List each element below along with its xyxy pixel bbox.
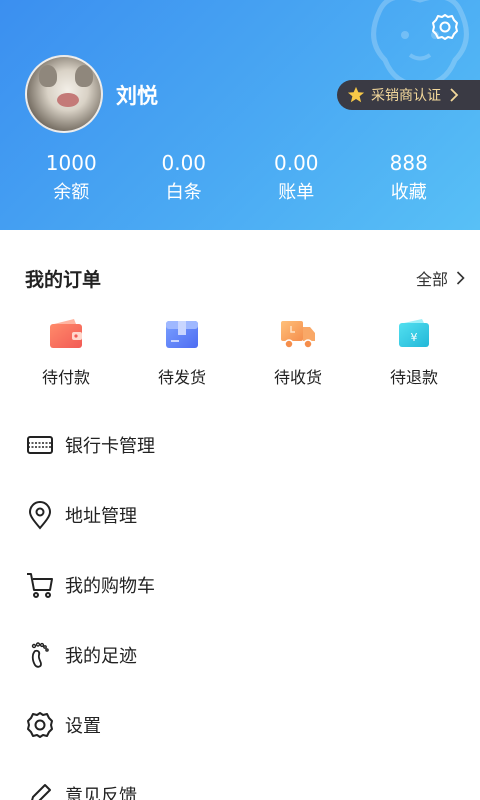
merchant-cert-button[interactable]: 采销商认证 — [337, 80, 480, 110]
shopping-cart-icon — [27, 573, 53, 598]
menu-label: 银行卡管理 — [65, 436, 155, 457]
orders-all-label: 全部 — [415, 270, 448, 289]
menu-address[interactable]: 地址管理 — [0, 480, 480, 550]
menu-shopping-cart[interactable]: 我的购物车 — [0, 550, 480, 620]
profile-header: 刘悦 采销商认证 1000 余额 0.00 白条 0.00 账单 888 收藏 — [0, 0, 480, 230]
order-status-row: 待付款 待发货 待收货 ¥ 待退款 — [8, 318, 472, 388]
menu-label: 设置 — [65, 716, 101, 737]
menu-label: 我的购物车 — [65, 576, 155, 597]
footprint-icon — [31, 642, 49, 668]
stat-value: 1000 — [45, 151, 97, 175]
menu-bank-card[interactable]: 银行卡管理 — [0, 410, 480, 480]
orders-title: 我的订单 — [25, 268, 102, 291]
orders-all-link[interactable]: 全部 — [416, 266, 465, 290]
star-icon — [347, 86, 365, 103]
stat-label: 账单 — [278, 182, 315, 203]
order-pending-payment[interactable]: 待付款 — [8, 318, 124, 388]
order-status-label: 待发货 — [157, 368, 206, 387]
menu-label: 地址管理 — [65, 506, 137, 527]
order-pending-shipment[interactable]: 待发货 — [124, 318, 240, 388]
stat-value: 888 — [389, 151, 428, 175]
avatar-ear — [39, 65, 57, 87]
username: 刘悦 — [116, 84, 158, 108]
order-status-label: 待退款 — [389, 368, 438, 387]
stat-balance[interactable]: 1000 余额 — [15, 150, 128, 206]
cert-label: 采销商认证 — [371, 88, 441, 104]
refund-icon: ¥ — [399, 319, 429, 347]
stat-value: 0.00 — [273, 151, 319, 175]
location-pin-icon — [28, 501, 52, 530]
order-status-label: 待收货 — [273, 368, 322, 387]
avatar-ear — [75, 65, 93, 87]
stat-credit[interactable]: 0.00 白条 — [128, 150, 241, 206]
bank-card-icon — [27, 436, 53, 454]
stat-favorites[interactable]: 888 收藏 — [353, 150, 466, 206]
order-pending-refund[interactable]: ¥ 待退款 — [356, 318, 472, 388]
stats-row: 1000 余额 0.00 白条 0.00 账单 888 收藏 — [15, 150, 465, 206]
orders-header: 我的订单 全部 — [25, 264, 465, 292]
menu-footprints[interactable]: 我的足迹 — [0, 620, 480, 690]
stat-label: 白条 — [165, 182, 202, 203]
pencil-icon — [31, 784, 51, 800]
menu-feedback[interactable]: 意见反馈 — [0, 760, 480, 800]
wallet-icon — [50, 319, 82, 348]
menu-settings[interactable]: 设置 — [0, 690, 480, 760]
svg-text:¥: ¥ — [411, 331, 418, 344]
chevron-right-icon — [450, 88, 459, 102]
chevron-right-icon — [456, 271, 465, 285]
dog-watermark-icon — [371, 0, 469, 88]
order-status-label: 待付款 — [41, 368, 90, 387]
avatar[interactable] — [25, 55, 103, 133]
order-pending-receipt[interactable]: 待收货 — [240, 318, 356, 388]
menu-label: 意见反馈 — [65, 786, 137, 800]
avatar-mouth — [57, 93, 79, 107]
gear-icon — [27, 712, 53, 738]
menu-label: 我的足迹 — [65, 646, 137, 667]
stat-bill[interactable]: 0.00 账单 — [240, 150, 353, 206]
truck-icon — [281, 321, 315, 349]
settings-menu: 银行卡管理 地址管理 我的购物车 我的足迹 设置 意见反馈 — [0, 410, 480, 800]
stat-label: 余额 — [53, 182, 90, 203]
stat-value: 0.00 — [161, 151, 207, 175]
settings-gear-icon[interactable] — [430, 12, 460, 42]
stat-label: 收藏 — [390, 182, 427, 203]
package-icon — [166, 321, 198, 348]
